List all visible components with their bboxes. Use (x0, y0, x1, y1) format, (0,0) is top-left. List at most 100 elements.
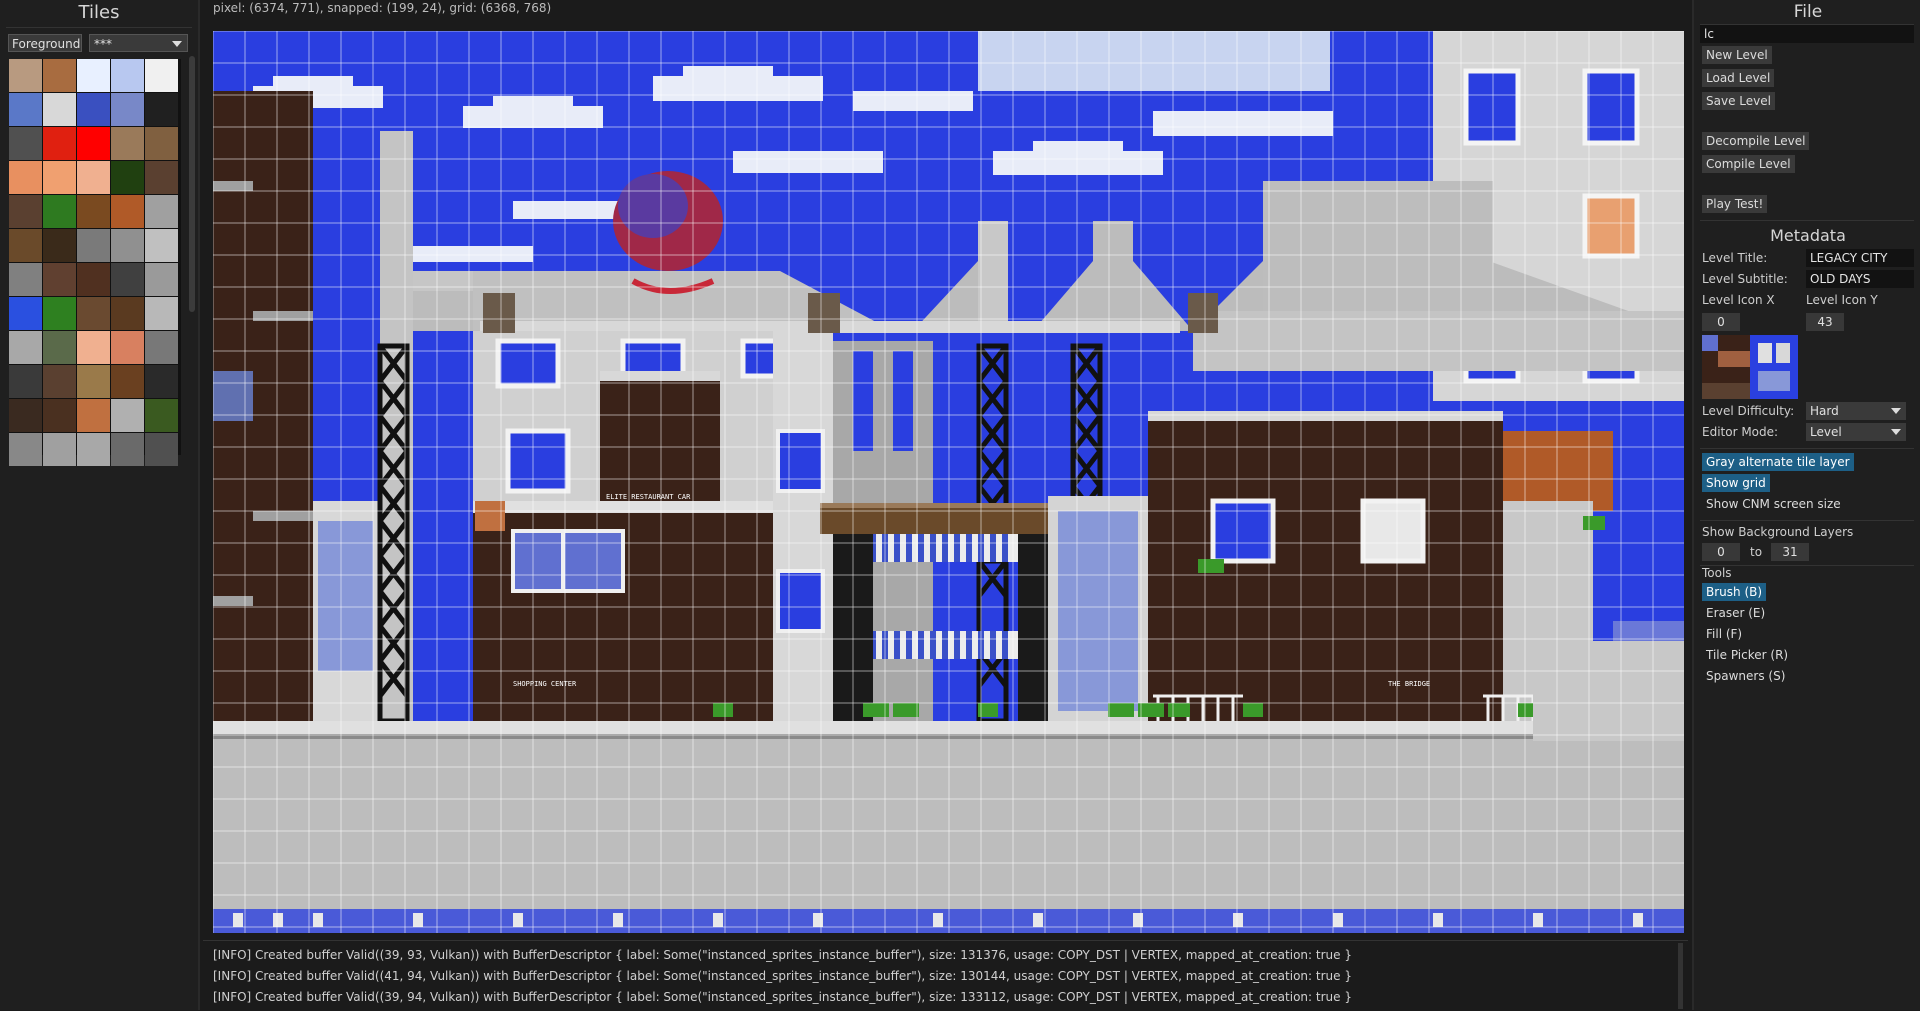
tile-swatch[interactable] (145, 331, 178, 364)
level-icon-x-input[interactable]: 0 (1702, 313, 1740, 331)
tile-swatch[interactable] (111, 331, 144, 364)
tile-swatch[interactable] (111, 229, 144, 262)
tile-swatch[interactable] (111, 195, 144, 228)
spawners-tool[interactable]: Spawners (S) (1702, 667, 1789, 685)
tile-swatch[interactable] (43, 229, 76, 262)
tile-swatch[interactable] (9, 59, 42, 92)
editor-mode-value: Level (1810, 425, 1842, 439)
tile-swatch[interactable] (43, 93, 76, 126)
tile-swatch[interactable] (43, 161, 76, 194)
tile-swatch[interactable] (145, 59, 178, 92)
tile-swatch[interactable] (145, 365, 178, 398)
tile-swatch[interactable] (9, 365, 42, 398)
tile-swatch[interactable] (77, 161, 110, 194)
brush-tool[interactable]: Brush (B) (1702, 583, 1767, 601)
tile-swatch[interactable] (9, 399, 42, 432)
tile-swatch[interactable] (145, 127, 178, 160)
tile-swatch[interactable] (43, 127, 76, 160)
tile-swatch[interactable] (9, 263, 42, 296)
tile-swatch[interactable] (145, 93, 178, 126)
decompile-level-button[interactable]: Decompile Level (1702, 132, 1810, 150)
level-difficulty-label: Level Difficulty: (1702, 404, 1795, 418)
tile-picker-tool[interactable]: Tile Picker (R) (1702, 646, 1792, 664)
tile-swatch[interactable] (145, 297, 178, 330)
tile-swatch[interactable] (9, 229, 42, 262)
level-viewport[interactable]: ELITE RESTAURANT CAR SHOPPING CENTER THE… (213, 31, 1684, 933)
file-path-input[interactable]: lc (1700, 25, 1914, 43)
log-line: [INFO] Created buffer Valid((41, 94, Vul… (213, 969, 1352, 983)
tile-swatch[interactable] (111, 59, 144, 92)
divider (1700, 520, 1914, 521)
metadata-heading: Metadata (1770, 226, 1846, 245)
tile-swatch[interactable] (77, 399, 110, 432)
tile-swatch[interactable] (111, 93, 144, 126)
tile-swatch[interactable] (9, 127, 42, 160)
fill-tool[interactable]: Fill (F) (1702, 625, 1746, 643)
compile-level-button[interactable]: Compile Level (1702, 155, 1795, 173)
tools-label: Tools (1702, 566, 1732, 580)
tile-swatch[interactable] (77, 59, 110, 92)
editor-mode-select[interactable]: Level (1806, 423, 1906, 441)
tile-swatch[interactable] (111, 399, 144, 432)
level-icon-y-input[interactable]: 43 (1806, 313, 1844, 331)
level-subtitle-input[interactable]: OLD DAYS (1806, 270, 1914, 288)
level-canvas[interactable]: ELITE RESTAURANT CAR SHOPPING CENTER THE… (213, 31, 1684, 933)
tile-swatch[interactable] (9, 93, 42, 126)
tile-swatch[interactable] (77, 195, 110, 228)
tile-swatch[interactable] (111, 263, 144, 296)
level-title-label: Level Title: (1702, 251, 1768, 265)
log-scrollbar[interactable] (1678, 943, 1683, 1009)
tile-swatch[interactable] (111, 161, 144, 194)
tile-swatch[interactable] (43, 59, 76, 92)
tileset-select[interactable]: *** (89, 34, 188, 52)
tile-swatch[interactable] (77, 331, 110, 364)
background-layer-to-input[interactable]: 31 (1771, 543, 1809, 561)
tile-swatch[interactable] (145, 263, 178, 296)
load-level-button[interactable]: Load Level (1702, 69, 1775, 87)
tile-swatch[interactable] (145, 433, 178, 466)
tile-swatch[interactable] (77, 365, 110, 398)
gray-alternate-layer-toggle[interactable]: Gray alternate tile layer (1702, 453, 1854, 471)
tile-swatch[interactable] (145, 195, 178, 228)
tile-swatch[interactable] (111, 127, 144, 160)
show-cnm-screen-size-toggle[interactable]: Show CNM screen size (1702, 495, 1845, 513)
background-layer-from-input[interactable]: 0 (1702, 543, 1740, 561)
level-difficulty-select[interactable]: Hard (1806, 402, 1906, 420)
eraser-tool[interactable]: Eraser (E) (1702, 604, 1769, 622)
tile-swatch[interactable] (77, 263, 110, 296)
tile-swatch[interactable] (43, 433, 76, 466)
divider (1700, 565, 1914, 566)
tile-swatch[interactable] (43, 297, 76, 330)
level-title-input[interactable]: LEGACY CITY (1806, 249, 1914, 267)
tile-swatch[interactable] (77, 127, 110, 160)
layer-select[interactable]: Foreground (8, 34, 82, 52)
tile-swatch[interactable] (145, 399, 178, 432)
tile-swatch[interactable] (111, 365, 144, 398)
tile-swatch[interactable] (9, 331, 42, 364)
tile-swatch[interactable] (111, 433, 144, 466)
tile-swatch[interactable] (145, 161, 178, 194)
tile-swatch[interactable] (145, 229, 178, 262)
tile-swatch[interactable] (9, 433, 42, 466)
new-level-button[interactable]: New Level (1702, 46, 1772, 64)
tile-swatch[interactable] (43, 195, 76, 228)
tile-swatch[interactable] (43, 365, 76, 398)
tile-swatch[interactable] (43, 399, 76, 432)
cursor-status: pixel: (6374, 771), snapped: (199, 24), … (213, 1, 552, 15)
play-test-button[interactable]: Play Test! (1702, 195, 1768, 213)
save-level-button[interactable]: Save Level (1702, 92, 1775, 110)
tile-swatch[interactable] (9, 195, 42, 228)
tile-swatch[interactable] (43, 331, 76, 364)
tile-swatch[interactable] (77, 297, 110, 330)
show-grid-toggle[interactable]: Show grid (1702, 474, 1770, 492)
tile-swatch[interactable] (111, 297, 144, 330)
tile-swatch[interactable] (77, 93, 110, 126)
right-panel: File lc New Level Load Level Save Level … (1692, 0, 1920, 1010)
tile-swatch[interactable] (77, 433, 110, 466)
tile-swatch[interactable] (9, 297, 42, 330)
tile-swatch[interactable] (9, 161, 42, 194)
tiles-scrollbar[interactable] (189, 56, 195, 312)
tile-swatch[interactable] (77, 229, 110, 262)
tile-swatch[interactable] (43, 263, 76, 296)
wood-platform (820, 506, 1075, 534)
